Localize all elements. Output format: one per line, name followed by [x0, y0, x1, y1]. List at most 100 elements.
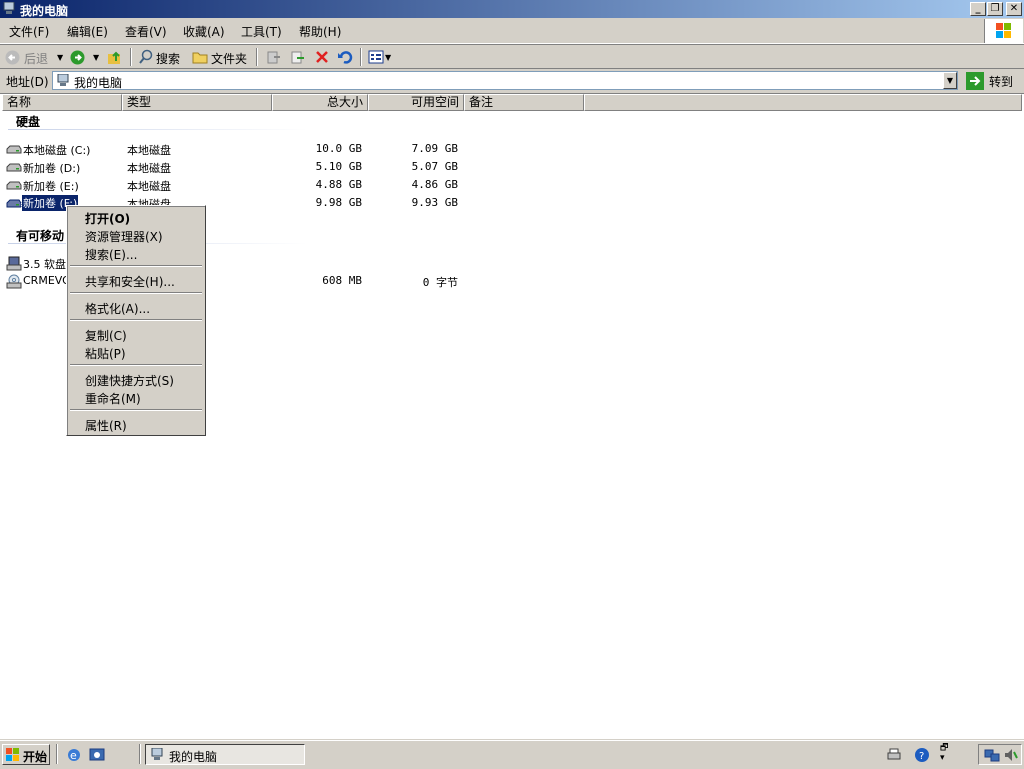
search-icon[interactable]	[138, 49, 154, 65]
address-bar: 地址(D) 我的电脑 ▼ 转到	[0, 68, 1024, 94]
windows-logo-icon	[984, 19, 1023, 43]
menu-item-explore[interactable]: 资源管理器(X)	[85, 228, 163, 245]
windows-logo-icon	[6, 748, 19, 761]
window-title: 我的电脑	[20, 4, 69, 18]
drive-free-space: 4.86 GB	[411, 178, 458, 191]
back-button[interactable]: 后退	[24, 50, 48, 67]
system-tray	[978, 744, 1022, 765]
menu-item-properties[interactable]: 属性(R)	[85, 417, 127, 434]
my-computer-icon	[57, 74, 69, 86]
folders-icon[interactable]	[192, 49, 208, 65]
restore-button[interactable]: ❐	[987, 2, 1003, 16]
column-header-free-space[interactable]: 可用空间	[368, 94, 464, 111]
volume-icon[interactable]	[1003, 747, 1019, 763]
hard-drive-icon	[6, 199, 22, 208]
menu-item-sharing[interactable]: 共享和安全(H)...	[85, 273, 175, 290]
back-arrow-icon[interactable]	[5, 50, 20, 65]
drive-free-space: 7.09 GB	[411, 142, 458, 155]
address-dropdown-icon[interactable]: ▼	[943, 72, 957, 89]
drive-total-size: 10.0 GB	[315, 142, 362, 155]
svg-text:?: ?	[919, 751, 924, 762]
drive-type: 本地磁盘	[127, 162, 171, 175]
svg-text:e: e	[70, 749, 77, 762]
menu-bar: 文件(F) 编辑(E) 查看(V) 收藏(A) 工具(T) 帮助(H)	[0, 19, 1024, 44]
forward-arrow-icon[interactable]	[70, 50, 85, 65]
up-folder-icon[interactable]	[107, 49, 123, 65]
toolbar-separator	[130, 48, 132, 66]
address-label: 地址(D)	[6, 75, 49, 89]
title-bar[interactable]: 我的电脑 _ ❐ ✕	[0, 0, 1024, 18]
column-header-comments[interactable]: 备注	[464, 94, 584, 111]
network-icon[interactable]	[984, 747, 1000, 763]
drive-free-space: 9.93 GB	[411, 196, 458, 209]
menu-item-copy[interactable]: 复制(C)	[85, 327, 127, 344]
menu-item-format[interactable]: 格式化(A)...	[85, 300, 150, 317]
menu-edit[interactable]: 编辑(E)	[67, 23, 108, 40]
drive-free-space: 0 字节	[422, 276, 458, 289]
tray-expand-icon[interactable]: 🗗 ▾	[940, 743, 948, 763]
my-computer-icon	[151, 748, 163, 760]
column-header-type[interactable]: 类型	[122, 94, 272, 111]
hard-drive-icon	[6, 163, 22, 172]
show-desktop-icon[interactable]	[89, 747, 105, 763]
go-button[interactable]: 转到	[989, 73, 1013, 90]
menu-favorites[interactable]: 收藏(A)	[183, 23, 225, 40]
menu-item-rename[interactable]: 重命名(M)	[85, 390, 141, 407]
cd-drive-icon	[6, 274, 22, 289]
minimize-button[interactable]: _	[970, 2, 986, 16]
close-button[interactable]: ✕	[1006, 2, 1022, 16]
views-dropdown-icon[interactable]: ▼	[385, 53, 391, 62]
column-header-total-size[interactable]: 总大小	[272, 94, 368, 111]
copy-to-icon[interactable]	[290, 49, 306, 65]
toolbar-separator	[360, 48, 362, 66]
search-button[interactable]: 搜索	[156, 50, 180, 67]
taskbar: 开始 e 我的电脑 ? 🗗 ▾	[0, 740, 1024, 769]
address-value: 我的电脑	[74, 76, 123, 90]
taskbar-separator	[139, 744, 141, 764]
drive-free-space: 5.07 GB	[411, 160, 458, 173]
menu-help[interactable]: 帮助(H)	[299, 23, 341, 40]
menu-item-search[interactable]: 搜索(E)...	[85, 246, 137, 263]
drive-type: 本地磁盘	[127, 180, 171, 193]
taskbar-button-my-computer[interactable]: 我的电脑	[145, 744, 305, 765]
undo-icon[interactable]	[337, 49, 353, 65]
internet-explorer-icon[interactable]: e	[66, 747, 82, 763]
context-menu: 打开(O) 资源管理器(X) 搜索(E)... 共享和安全(H)... 格式化(…	[66, 205, 206, 436]
menu-item-paste[interactable]: 粘贴(P)	[85, 345, 126, 362]
drive-total-size: 608 MB	[322, 274, 362, 287]
toolbar: 后退 ▼ ▼ 搜索 文件夹 ▼	[0, 44, 1024, 69]
column-header-filler	[584, 94, 1022, 111]
menu-separator	[70, 364, 202, 366]
move-to-icon[interactable]	[266, 49, 282, 65]
folders-button[interactable]: 文件夹	[211, 50, 247, 67]
address-input[interactable]: 我的电脑 ▼	[52, 71, 958, 90]
group-divider	[8, 129, 308, 130]
start-label: 开始	[23, 750, 48, 764]
drive-name: 本地磁盘 (C:)	[23, 144, 91, 157]
help-icon[interactable]: ?	[914, 747, 930, 763]
taskbar-button-label: 我的电脑	[169, 750, 218, 764]
menu-separator	[70, 292, 202, 294]
forward-dropdown-icon[interactable]: ▼	[93, 53, 99, 62]
group-header-hard-disks: 硬盘	[16, 115, 41, 129]
printer-icon[interactable]	[886, 747, 902, 763]
drive-name: 3.5 软盘	[23, 258, 66, 271]
menu-separator	[70, 409, 202, 411]
delete-icon[interactable]	[314, 49, 330, 65]
views-icon[interactable]	[368, 49, 384, 65]
go-arrow-icon[interactable]	[966, 72, 984, 90]
menu-item-create-shortcut[interactable]: 创建快捷方式(S)	[85, 372, 174, 389]
hard-drive-icon	[6, 181, 22, 190]
drive-type: 本地磁盘	[127, 144, 171, 157]
start-button[interactable]: 开始	[2, 744, 50, 765]
taskbar-separator	[56, 744, 58, 764]
column-header-name[interactable]: 名称	[2, 94, 122, 111]
drive-total-size: 4.88 GB	[315, 178, 362, 191]
menu-view[interactable]: 查看(V)	[125, 23, 167, 40]
menu-tools[interactable]: 工具(T)	[241, 23, 282, 40]
group-header-removable: 有可移动	[16, 229, 65, 243]
hard-drive-icon	[6, 145, 22, 154]
menu-file[interactable]: 文件(F)	[9, 23, 49, 40]
menu-item-open[interactable]: 打开(O)	[85, 210, 130, 227]
back-dropdown-icon[interactable]: ▼	[57, 53, 63, 62]
